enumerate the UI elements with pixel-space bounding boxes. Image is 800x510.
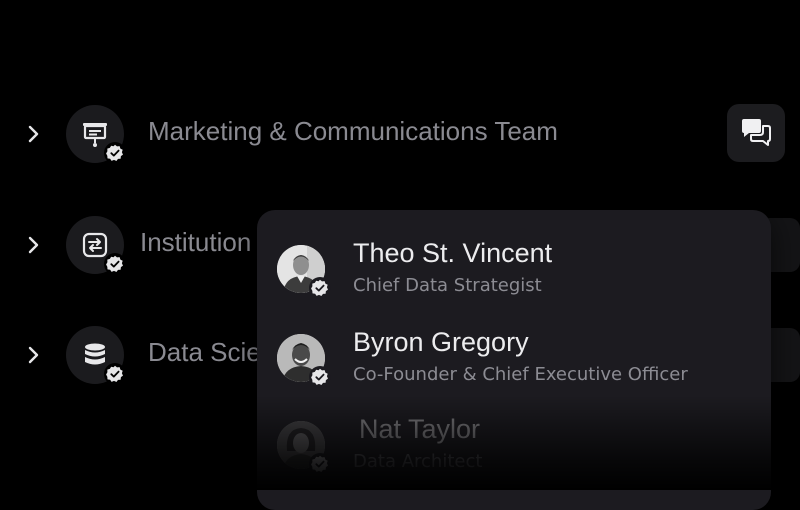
team-name: Data Scie [148, 337, 261, 367]
team-avatar [66, 326, 126, 385]
team-avatar [66, 216, 126, 275]
member-role: Data Architect [353, 451, 483, 472]
avatar [277, 245, 331, 299]
verified-badge-icon [104, 253, 126, 275]
verified-badge-icon [104, 142, 126, 164]
team-name: Marketing & Communications Team [148, 116, 558, 146]
team-avatar [66, 105, 126, 164]
member-item[interactable]: Nat Taylor Data Architect [257, 414, 771, 496]
database-icon [85, 343, 105, 365]
chat-bubbles-icon [742, 119, 771, 146]
verified-badge-icon [309, 366, 331, 388]
chevron-right-icon[interactable] [26, 125, 42, 143]
chevron-right-icon[interactable] [26, 346, 42, 364]
member-name: Theo St. Vincent [353, 238, 553, 268]
presentation-board-icon [83, 123, 107, 147]
avatar [277, 421, 331, 475]
exchange-arrows-icon [82, 232, 108, 258]
member-item[interactable]: Theo St. Vincent Chief Data Strategist [257, 238, 771, 320]
verified-badge-icon [309, 453, 331, 475]
team-members-popover: Theo St. Vincent Chief Data Strategist B… [257, 210, 771, 510]
member-role: Co-Founder & Chief Executive Officer [353, 364, 688, 385]
chat-button[interactable] [727, 104, 785, 162]
chevron-right-icon[interactable] [26, 236, 42, 254]
member-name: Byron Gregory [353, 327, 529, 357]
avatar [277, 334, 331, 388]
team-row-marketing[interactable]: Marketing & Communications Team [0, 99, 800, 169]
team-name: Institution [140, 227, 252, 257]
verified-badge-icon [104, 363, 126, 385]
member-item[interactable]: Byron Gregory Co-Founder & Chief Executi… [257, 327, 771, 409]
verified-badge-icon [309, 277, 331, 299]
member-role: Chief Data Strategist [353, 275, 542, 296]
member-name: Nat Taylor [359, 414, 481, 444]
